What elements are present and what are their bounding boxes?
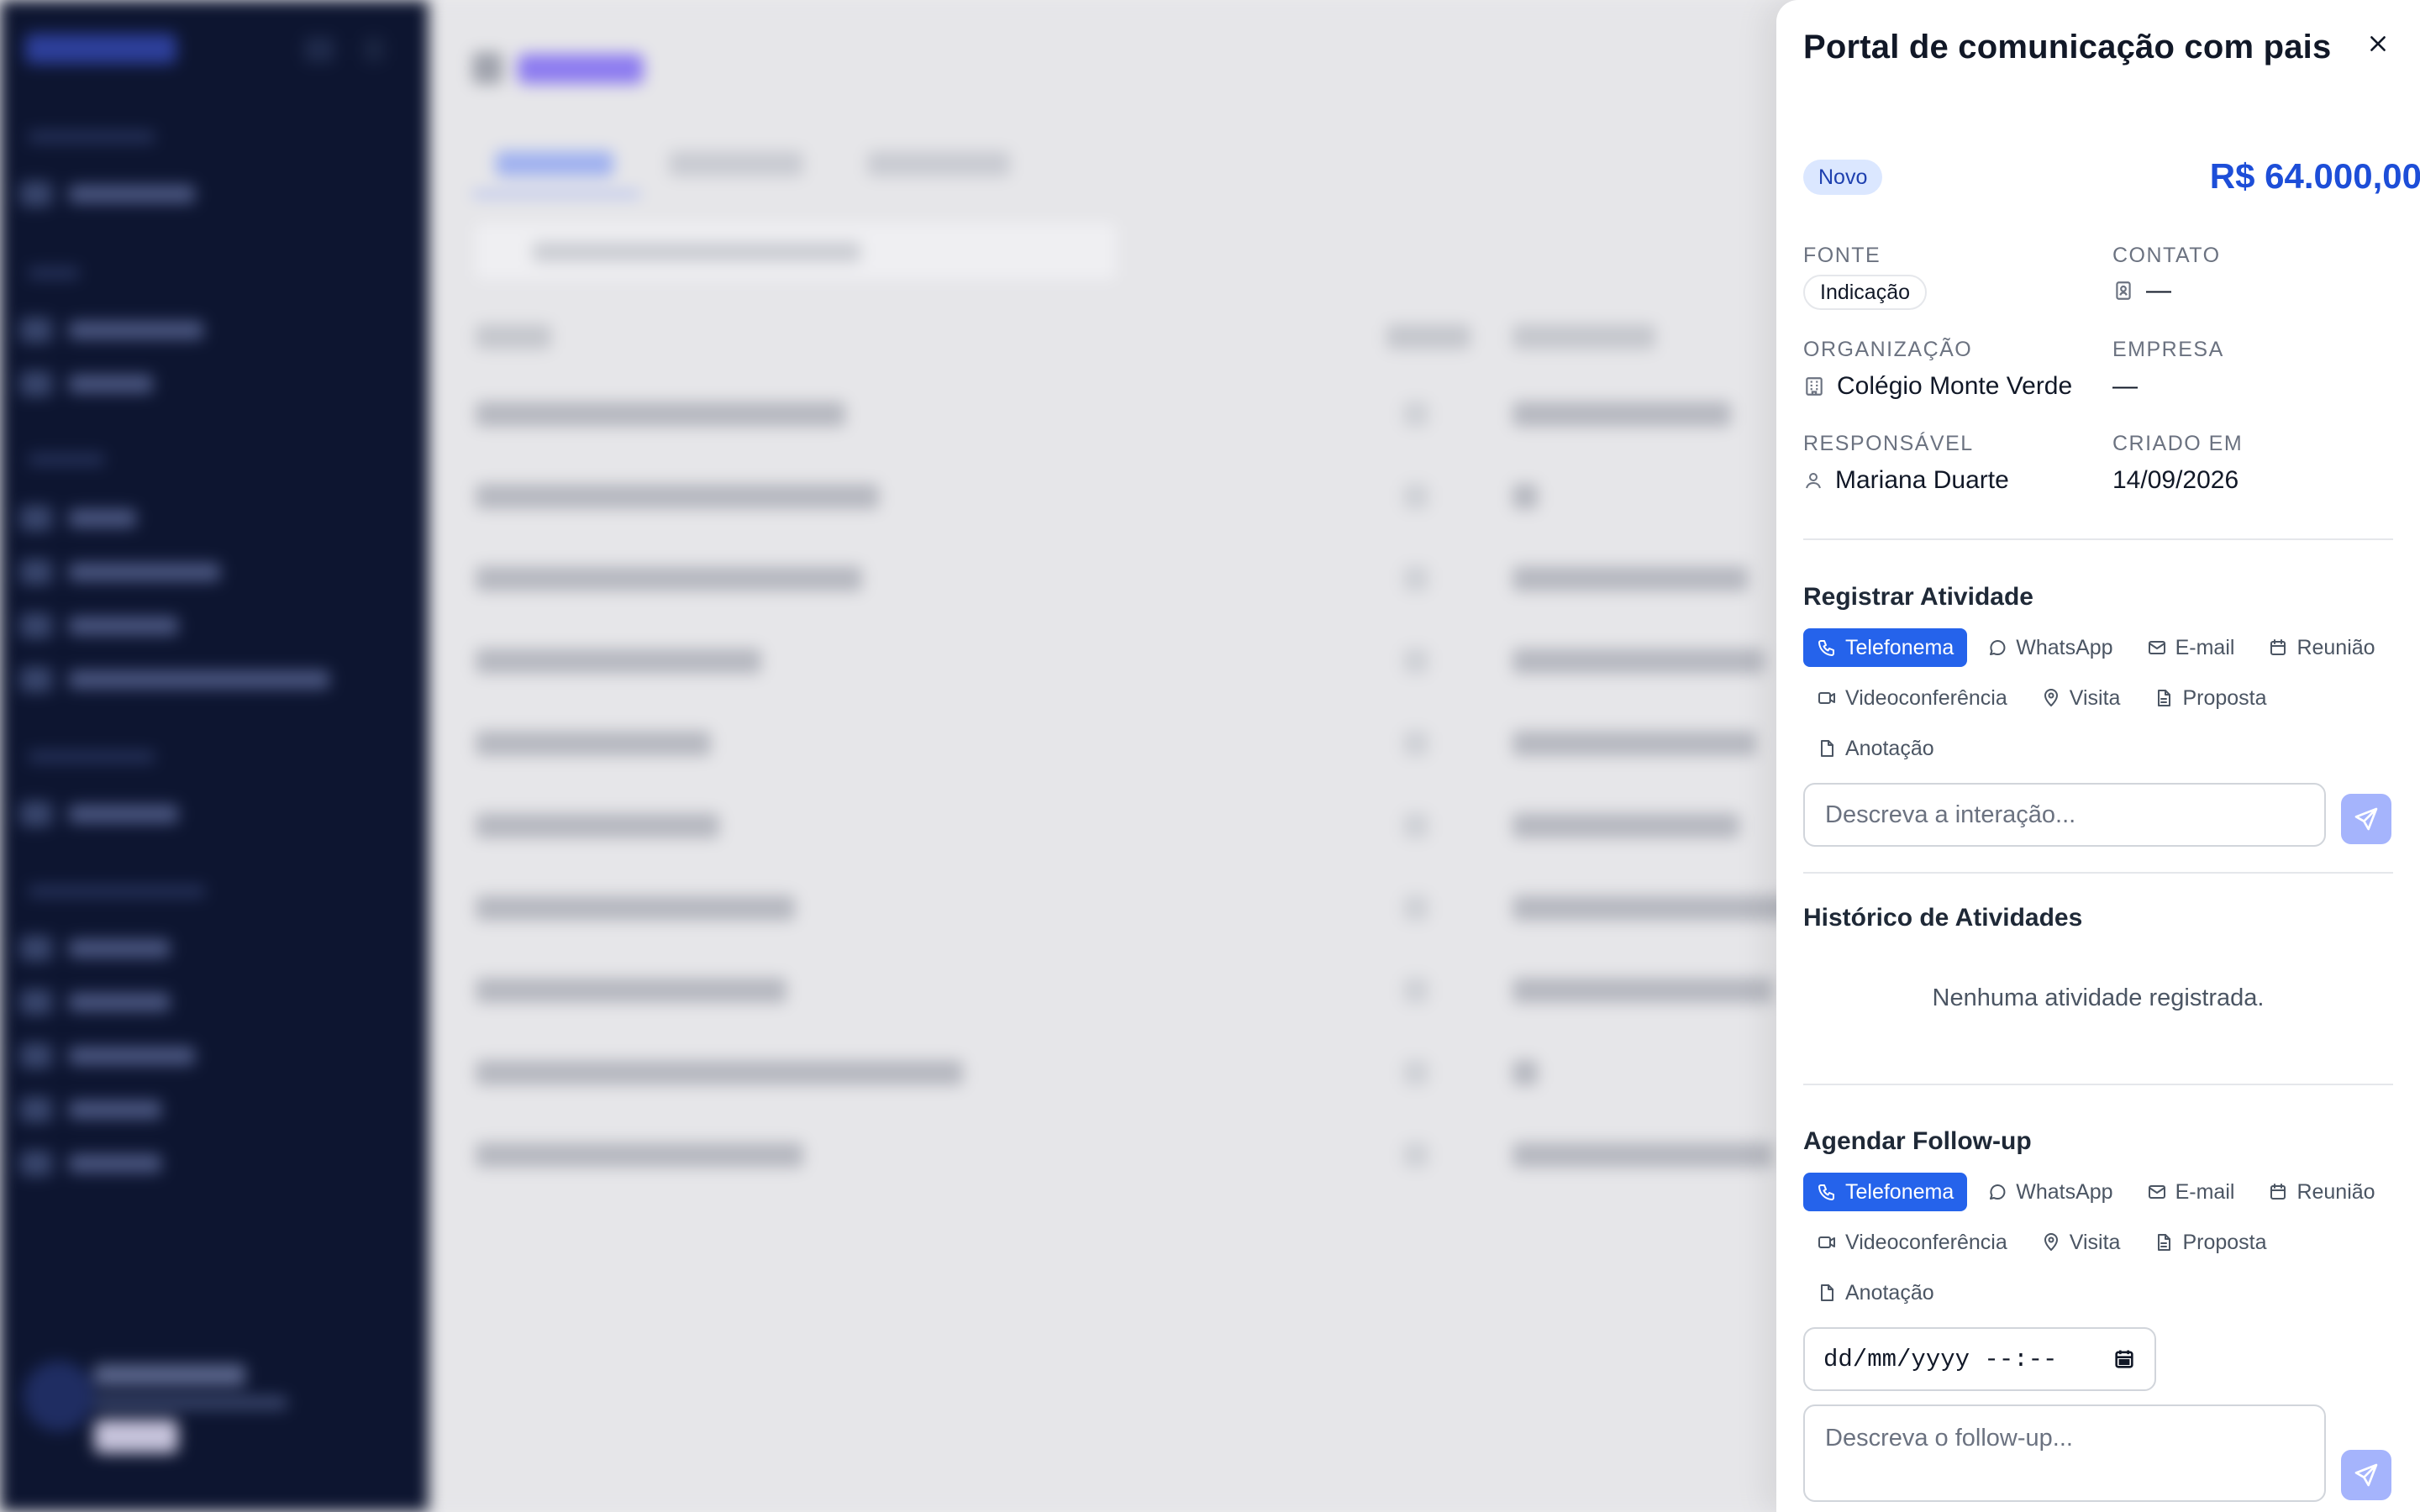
type-label: Anotação xyxy=(1845,1280,1934,1305)
send-followup-button[interactable] xyxy=(2341,1450,2391,1500)
type-label: Visita xyxy=(2069,1230,2121,1254)
deal-amount: R$ 64.000,00 xyxy=(2209,156,2420,196)
field-empresa: Empresa — xyxy=(2112,338,2224,401)
organization-value: Colégio Monte Verde xyxy=(1837,372,2073,400)
type-label: Videoconferência xyxy=(1845,685,2007,710)
type-button-telefonema[interactable]: Telefonema xyxy=(1803,1173,1968,1211)
chat-bubble-icon xyxy=(1990,1184,2006,1200)
type-button-e-mail[interactable]: E-mail xyxy=(2133,628,2249,667)
type-button-whatsapp[interactable]: WhatsApp xyxy=(1974,628,2126,667)
followup-type-selector: Telefonema WhatsApp E-mail Reunião Videoconf… xyxy=(1803,1173,2408,1312)
mail-icon xyxy=(2148,641,2165,654)
followup-description-input[interactable] xyxy=(1803,1404,2326,1502)
source-chip: Indicação xyxy=(1803,275,1928,310)
field-label: Criado em xyxy=(2112,432,2244,455)
close-icon xyxy=(2370,36,2386,51)
user-icon xyxy=(1806,473,1821,489)
map-pin-icon xyxy=(2044,1233,2058,1251)
field-label: Empresa xyxy=(2112,338,2224,361)
drawer-title: Portal de comunicação com pais xyxy=(1803,29,2332,66)
field-label: Organização xyxy=(1803,338,1973,361)
followup-title: Agendar Follow-up xyxy=(1803,1127,2032,1155)
type-button-reuniao[interactable]: Reunião xyxy=(2254,628,2388,667)
register-activity-title: Registrar Atividade xyxy=(1803,583,2033,611)
field-contato: Contato — xyxy=(2112,244,2221,305)
type-label: E-mail xyxy=(2175,635,2235,659)
type-button-visita[interactable]: Visita xyxy=(2028,679,2134,717)
field-label: Responsável xyxy=(1803,432,1974,455)
document-icon xyxy=(2158,1234,2171,1251)
divider xyxy=(1803,872,2393,874)
field-label: Contato xyxy=(2112,244,2221,267)
field-fonte: Fonte Indicação xyxy=(1803,244,1928,310)
building-icon xyxy=(1806,377,1823,396)
document-icon xyxy=(2158,690,2171,706)
type-button-videoconferencia[interactable]: Videoconferência xyxy=(1803,1223,2021,1262)
send-icon xyxy=(2354,807,2378,831)
field-criado-em: Criado em 14/09/2026 xyxy=(2112,432,2243,495)
status-badge: Novo xyxy=(1803,160,1883,195)
type-button-whatsapp[interactable]: WhatsApp xyxy=(1974,1173,2126,1211)
type-label: Anotação xyxy=(1845,736,1934,760)
chat-bubble-icon xyxy=(1990,640,2006,656)
field-label: Fonte xyxy=(1803,244,1881,267)
activity-type-selector: Telefonema WhatsApp E-mail Reunião Videoconf… xyxy=(1803,628,2408,768)
divider xyxy=(1803,1084,2393,1085)
type-button-e-mail[interactable]: E-mail xyxy=(2133,1173,2249,1211)
type-label: Telefonema xyxy=(1845,635,1954,659)
type-label: Videoconferência xyxy=(1845,1230,2007,1254)
followup-datetime-input[interactable]: dd/mm/yyyy --:-- xyxy=(1803,1327,2156,1391)
phone-icon xyxy=(1818,640,1834,656)
type-label: WhatsApp xyxy=(2016,1179,2113,1204)
type-label: Telefonema xyxy=(1845,1179,1954,1204)
type-label: Proposta xyxy=(2182,1230,2267,1254)
map-pin-icon xyxy=(2044,689,2058,706)
type-label: E-mail xyxy=(2175,1179,2235,1204)
type-button-videoconferencia[interactable]: Videoconferência xyxy=(1803,679,2021,717)
type-button-proposta[interactable]: Proposta xyxy=(2140,1223,2280,1262)
video-icon xyxy=(1818,1236,1835,1248)
type-button-visita[interactable]: Visita xyxy=(2028,1223,2134,1262)
activity-description-input[interactable] xyxy=(1803,783,2326,847)
type-label: Reunião xyxy=(2296,635,2375,659)
owner-value: Mariana Duarte xyxy=(1835,466,2009,494)
field-responsavel: Responsável Mariana Duarte xyxy=(1803,432,2009,495)
type-button-anotacao[interactable]: Anotação xyxy=(1803,1273,1948,1312)
type-label: Proposta xyxy=(2182,685,2267,710)
field-organizacao: Organização Colégio Monte Verde xyxy=(1803,338,2072,401)
video-icon xyxy=(1818,692,1835,704)
close-button[interactable] xyxy=(2363,29,2393,59)
type-label: WhatsApp xyxy=(2016,635,2113,659)
contact-value: — xyxy=(2146,276,2171,304)
phone-icon xyxy=(1818,1184,1834,1200)
history-title: Histórico de Atividades xyxy=(1803,904,2083,932)
calendar-icon xyxy=(2270,639,2286,655)
type-button-anotacao[interactable]: Anotação xyxy=(1803,729,1948,768)
type-button-reuniao[interactable]: Reunião xyxy=(2254,1173,2388,1211)
send-icon xyxy=(2354,1463,2378,1487)
deal-detail-drawer: Portal de comunicação com pais Novo R$ 6… xyxy=(1776,0,2420,1512)
created-date: 14/09/2026 xyxy=(2112,466,2239,494)
company-value: — xyxy=(2112,372,2138,400)
history-empty-message: Nenhuma atividade registrada. xyxy=(1932,984,2265,1011)
calendar-icon xyxy=(2270,1184,2286,1200)
send-activity-button[interactable] xyxy=(2341,794,2391,844)
mail-icon xyxy=(2148,1185,2165,1199)
type-button-proposta[interactable]: Proposta xyxy=(2140,679,2280,717)
type-button-telefonema[interactable]: Telefonema xyxy=(1803,628,1968,667)
note-icon xyxy=(1821,1284,1833,1301)
datetime-placeholder: dd/mm/yyyy --:-- xyxy=(1823,1345,2058,1373)
divider xyxy=(1803,538,2393,540)
contact-card-icon xyxy=(2116,281,2131,300)
note-icon xyxy=(1821,740,1833,757)
type-label: Reunião xyxy=(2296,1179,2375,1204)
calendar-icon xyxy=(2115,1350,2133,1368)
type-label: Visita xyxy=(2069,685,2121,710)
